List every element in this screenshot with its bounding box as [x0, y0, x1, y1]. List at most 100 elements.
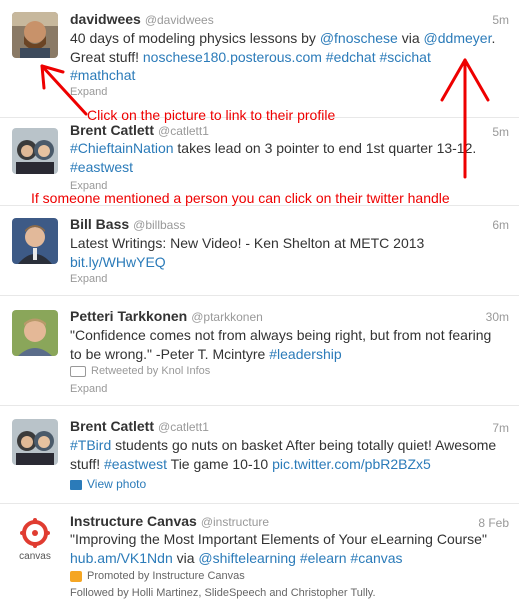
timestamp[interactable]: 6m: [492, 218, 509, 232]
mention-link[interactable]: @shiftelearning: [198, 550, 296, 566]
author-name[interactable]: Bill Bass: [70, 216, 129, 232]
expand-link[interactable]: Expand: [70, 86, 107, 98]
mention-link[interactable]: @ddmeyer: [424, 30, 492, 46]
retweet-icon: [70, 365, 86, 377]
url-link[interactable]: pic.twitter.com/pbR2BZx5: [272, 456, 431, 472]
expand-link[interactable]: Expand: [70, 383, 107, 395]
tweet-header: Petteri Tarkkonen @ptarkkonen: [70, 308, 509, 324]
text-segment: via: [172, 549, 199, 566]
text-segment: takes lead on 3 pointer to end 1st quart…: [173, 140, 477, 156]
url-link[interactable]: noschese180.posterous.com: [143, 49, 322, 65]
tweet-text: Latest Writings: New Video! - Ken Shelto…: [70, 234, 511, 271]
timestamp[interactable]: 30m: [486, 310, 509, 324]
promoted-icon: [70, 570, 82, 582]
url-link[interactable]: hub.am/VK1Ndn: [70, 550, 173, 566]
author-name[interactable]: Petteri Tarkkonen: [70, 308, 187, 324]
tweet-text-line: stuff! #eastwest Tie game 10-10 pic.twit…: [70, 455, 511, 474]
author-handle[interactable]: @instructure: [201, 515, 269, 529]
text-segment: 40 days of modeling physics lessons by: [70, 30, 320, 46]
tweet-header: Instructure Canvas @instructure: [70, 513, 509, 529]
view-photo-link[interactable]: View photo: [70, 477, 146, 491]
timestamp[interactable]: 7m: [492, 421, 509, 435]
avatar[interactable]: [12, 419, 58, 465]
hashtag-link[interactable]: #edchat: [326, 49, 376, 65]
author-name[interactable]: Brent Catlett: [70, 418, 154, 434]
mention-link[interactable]: @fnoschese: [320, 30, 398, 46]
text-segment: Great stuff!: [70, 48, 143, 65]
annotation-handle: If someone mentioned a person you can cl…: [31, 190, 450, 206]
tweet-header: Brent Catlett @catlett1: [70, 122, 509, 138]
author-handle[interactable]: @billbass: [133, 218, 185, 232]
tweet-text-line: #TBird students go nuts on basket After …: [70, 436, 511, 455]
hashtag-link[interactable]: #eastwest: [70, 159, 133, 175]
tweet-header: davidwees @davidwees: [70, 11, 509, 27]
tweet-item: Bill Bass @billbass 6m Latest Writings: N…: [0, 206, 519, 296]
tweet-item: Petteri Tarkkonen @ptarkkonen 30m "Confid…: [0, 296, 519, 406]
tweet-text: "Confidence comes not from always being …: [70, 326, 511, 363]
hashtag-link[interactable]: #elearn: [300, 550, 347, 566]
tweet-item: Brent Catlett @catlett1 7m #TBird student…: [0, 406, 519, 504]
promoted-label[interactable]: Promoted by Instructure Canvas: [87, 570, 245, 582]
hashtag-link[interactable]: #canvas: [350, 550, 402, 566]
author-name[interactable]: davidwees: [70, 11, 141, 27]
tweet-text-line: Great stuff! noschese180.posterous.com #…: [70, 48, 511, 67]
author-handle[interactable]: @catlett1: [158, 420, 209, 434]
url-link[interactable]: bit.ly/WHwYEQ: [70, 254, 166, 270]
tweet-text: #ChieftainNation takes lead on 3 pointer…: [70, 139, 511, 176]
view-photo-label[interactable]: View photo: [87, 477, 146, 491]
tweet-text-line: bit.ly/WHwYEQ: [70, 253, 511, 272]
text-segment: via: [397, 30, 424, 46]
timestamp[interactable]: 5m: [492, 125, 509, 139]
tweet-item: davidwees @davidwees 5m 40 days of modeli…: [0, 0, 519, 118]
tweet-text-line: #eastwest: [70, 158, 511, 177]
promoted-info: Promoted by Instructure Canvas: [70, 570, 245, 582]
tweet-text: "Improving the Most Important Elements o…: [70, 530, 511, 567]
avatar[interactable]: canvas: [10, 514, 60, 564]
hashtag-link[interactable]: #eastwest: [104, 456, 167, 472]
tweet-text-line: to be wrong." -Peter T. Mcintyre #leader…: [70, 345, 511, 364]
text-segment: "Improving the Most Important Elements o…: [70, 531, 487, 547]
tweet-text: #TBird students go nuts on basket After …: [70, 436, 511, 473]
avatar[interactable]: [12, 310, 58, 356]
tweet-text-line: #ChieftainNation takes lead on 3 pointer…: [70, 139, 511, 158]
text-segment: "Confidence comes not from always being …: [70, 327, 492, 343]
followed-by: Followed by Holli Martinez, SlideSpeech …: [70, 587, 376, 599]
retweet-info: Retweeted by Knol Infos: [70, 365, 210, 377]
tweet-text-line: Latest Writings: New Video! - Ken Shelto…: [70, 234, 511, 253]
tweet-header: Bill Bass @billbass: [70, 216, 509, 232]
photo-icon: [70, 479, 82, 490]
canvas-logo-text: canvas: [19, 551, 51, 562]
hashtag-link[interactable]: #scichat: [380, 49, 431, 65]
tweet-text-line: "Confidence comes not from always being …: [70, 326, 511, 345]
author-name[interactable]: Brent Catlett: [70, 122, 154, 138]
text-segment: Latest Writings: New Video! - Ken Shelto…: [70, 235, 425, 251]
retweet-label[interactable]: Retweeted by Knol Infos: [91, 365, 210, 377]
author-handle[interactable]: @davidwees: [145, 13, 214, 27]
avatar[interactable]: [12, 12, 58, 58]
author-handle[interactable]: @ptarkkonen: [191, 310, 263, 324]
tweet-header: Brent Catlett @catlett1: [70, 418, 509, 434]
author-name[interactable]: Instructure Canvas: [70, 513, 197, 529]
hashtag-link[interactable]: #ChieftainNation: [70, 140, 174, 156]
hashtag-link[interactable]: #mathchat: [70, 67, 135, 83]
tweet-text-line: 40 days of modeling physics lessons by @…: [70, 29, 511, 48]
tweet-item: canvas Instructure Canvas @instructure 8 …: [0, 504, 519, 600]
tweet-text-line: hub.am/VK1Ndn via @shiftelearning #elear…: [70, 549, 511, 568]
text-segment: stuff!: [70, 455, 104, 472]
annotation-profile: Click on the picture to link to their pr…: [87, 107, 336, 123]
timestamp[interactable]: 5m: [492, 13, 509, 27]
hashtag-link[interactable]: #leadership: [269, 346, 341, 362]
avatar[interactable]: [12, 128, 58, 174]
hashtag-link[interactable]: #TBird: [70, 437, 111, 453]
text-segment: Tie game 10-10: [167, 455, 273, 472]
expand-link[interactable]: Expand: [70, 273, 107, 285]
text-segment: to be wrong." -Peter T. Mcintyre: [70, 345, 270, 362]
tweet-text-line: #mathchat: [70, 66, 511, 85]
author-handle[interactable]: @catlett1: [158, 124, 209, 138]
avatar[interactable]: [12, 218, 58, 264]
text-segment: students go nuts on basket After being t…: [111, 437, 497, 453]
text-segment: .: [491, 30, 496, 46]
tweet-text: 40 days of modeling physics lessons by @…: [70, 29, 511, 85]
tweet-text-line: "Improving the Most Important Elements o…: [70, 530, 511, 549]
timestamp[interactable]: 8 Feb: [478, 516, 509, 530]
